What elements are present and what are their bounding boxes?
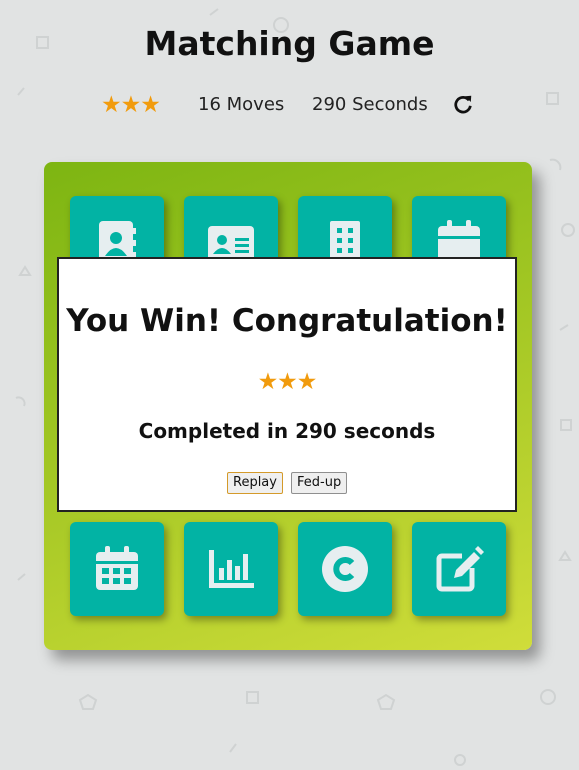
completion-message: Completed in 290 seconds [138,419,436,443]
modal-title: You Win! Congratulation! [66,303,508,339]
moves-counter: 16 Moves [198,94,285,115]
card-edit[interactable] [412,522,506,616]
score-panel: ★★★ 16 Moves 290 Seconds [0,90,579,120]
modal-star-rating: ★★★ [257,369,318,395]
calendar-alt-icon [96,546,138,590]
card-calendar-alt[interactable] [70,522,164,616]
redo-icon[interactable] [452,93,474,115]
edit-icon [436,546,484,592]
card-chart-bar[interactable] [184,522,278,616]
replay-button[interactable]: Replay [227,472,283,494]
chart-bar-icon [209,550,254,588]
timer: 290 Seconds [312,94,428,115]
card-copyright[interactable] [298,522,392,616]
fed-up-button[interactable]: Fed-up [291,472,348,494]
win-modal: You Win! Congratulation! ★★★ Completed i… [57,257,517,512]
page-title: Matching Game [144,24,435,63]
star-rating: ★★★ [101,92,161,118]
copyright-icon [322,546,368,592]
